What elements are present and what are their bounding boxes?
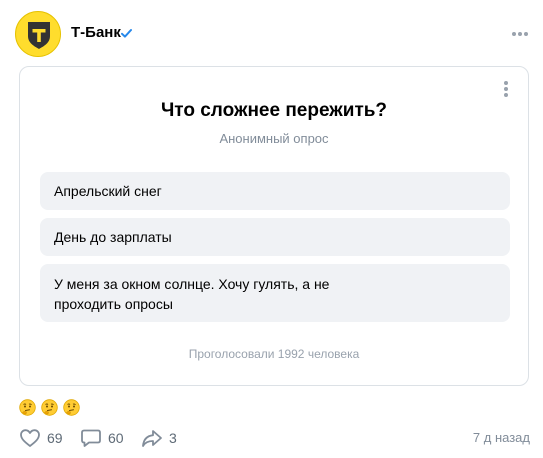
poll-card: Что сложнее пережить? Анонимный опрос Ап… [19,66,529,386]
comment-icon [81,429,101,447]
poll-option-label: У меня за окном солнце. Хочу гулять, а н… [54,276,330,312]
poll-option[interactable]: У меня за окном солнце. Хочу гулять, а н… [40,264,510,322]
like-count: 69 [47,430,63,446]
like-button[interactable]: 69 [19,427,63,449]
share-icon [142,430,162,447]
poll-option-label: Апрельский снег [54,183,162,199]
more-horizontal-icon[interactable] [510,29,530,39]
avatar[interactable] [15,11,61,57]
verified-icon [121,29,132,38]
share-count: 3 [169,430,177,446]
poll-vote-count[interactable]: Проголосовали 1992 человека [20,347,528,361]
share-button[interactable]: 3 [141,427,177,449]
poll-subtitle: Анонимный опрос [219,131,329,146]
comment-count: 60 [108,430,124,446]
tbank-logo-icon [17,13,60,56]
heart-icon [20,429,40,447]
author-name[interactable]: Т-Банк [71,24,121,41]
more-vertical-icon[interactable] [502,79,510,99]
post-actions: 69 60 3 7 д назад [19,427,530,449]
thinking-face-icon [63,399,80,416]
poll-option-label: День до зарплаты [54,229,172,245]
thinking-face-icon [41,399,58,416]
thinking-face-icon [19,399,36,416]
post-header: Т-Банк [15,11,530,57]
comment-button[interactable]: 60 [80,427,124,449]
poll-option[interactable]: Апрельский снег [40,172,510,210]
reaction-emojis [19,399,85,417]
poll-option[interactable]: День до зарплаты [40,218,510,256]
poll-title: Что сложнее пережить? [160,100,388,121]
post-timestamp[interactable]: 7 д назад [473,430,530,445]
